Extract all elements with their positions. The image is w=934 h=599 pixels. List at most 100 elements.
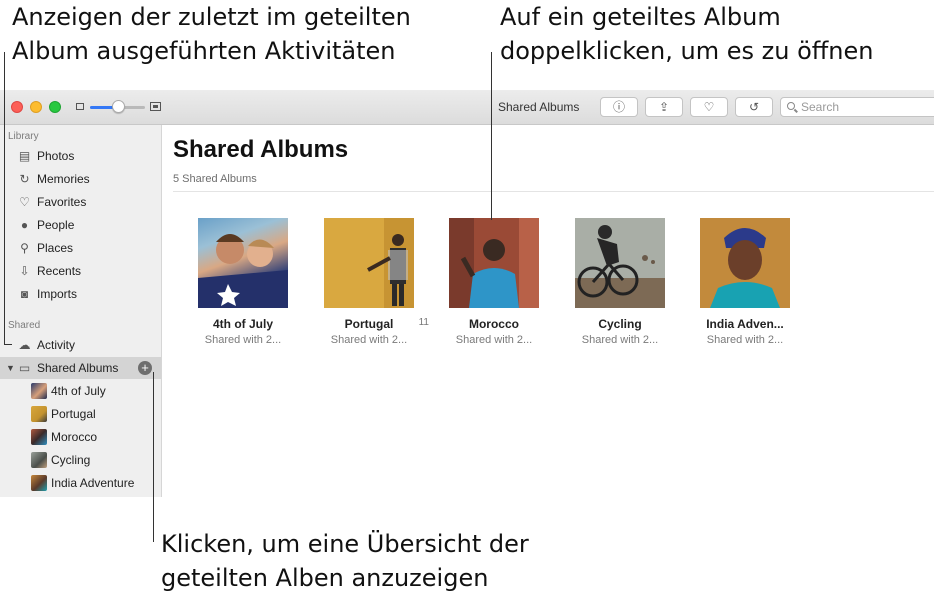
callout-activity-leader bbox=[4, 52, 5, 344]
close-button[interactable] bbox=[11, 101, 23, 113]
search-icon bbox=[787, 102, 795, 110]
sidebar-item-memories[interactable]: ↻ Memories bbox=[0, 168, 161, 190]
memories-icon: ↻ bbox=[19, 172, 30, 186]
sidebar-item-label: Portugal bbox=[51, 407, 96, 421]
album-shared-with: Shared with 2... bbox=[455, 334, 533, 346]
album-name: Portugal bbox=[344, 317, 394, 331]
sidebar-item-cycling[interactable]: Cycling bbox=[0, 449, 161, 471]
callout-open-album: Auf ein geteiltes Album doppelklicken, u… bbox=[500, 0, 874, 68]
sidebar-item-india-adventure[interactable]: India Adventure bbox=[0, 472, 161, 494]
pin-icon: ⚲ bbox=[20, 241, 29, 255]
album-shared-with: Shared with 2... bbox=[204, 334, 282, 346]
sidebar-item-shared-albums[interactable]: ▼ ▭ Shared Albums + bbox=[0, 357, 161, 379]
callout-activity-line1: Anzeigen der zuletzt im geteilten bbox=[12, 3, 411, 31]
camera-icon: ◙ bbox=[20, 287, 29, 301]
callout-open-line2: doppelklicken, um es zu öffnen bbox=[500, 37, 874, 65]
sidebar-item-people[interactable]: ● People bbox=[0, 214, 161, 236]
album-tile-cycling[interactable]: Cycling Shared with 2... bbox=[560, 218, 680, 346]
add-shared-album-button[interactable]: + bbox=[138, 361, 152, 375]
page-title: Shared Albums bbox=[173, 136, 349, 163]
album-cover bbox=[198, 218, 288, 308]
sidebar: Library ▤ Photos ↻ Memories ♡ Favorites … bbox=[0, 125, 162, 497]
sidebar-item-photos[interactable]: ▤ Photos bbox=[0, 145, 161, 167]
rotate-button[interactable]: ↺ bbox=[735, 97, 773, 117]
album-cover bbox=[449, 218, 539, 308]
sidebar-item-label: Morocco bbox=[51, 430, 98, 444]
sidebar-item-morocco[interactable]: Morocco bbox=[0, 426, 161, 448]
sidebar-item-label: Activity bbox=[37, 338, 76, 352]
sidebar-item-label: Photos bbox=[37, 149, 75, 163]
callout-overview: Klicken, um eine Übersicht der geteilten… bbox=[161, 527, 529, 595]
callout-open-line1: Auf ein geteiltes Album bbox=[500, 3, 781, 31]
shared-heading: Shared bbox=[8, 320, 41, 331]
callout-overview-line2: geteilten Alben anzuzeigen bbox=[161, 564, 489, 592]
info-button[interactable]: ⓘ bbox=[600, 97, 638, 117]
recents-icon: ⇩ bbox=[19, 264, 30, 278]
album-cover-art bbox=[575, 218, 665, 308]
share-button[interactable]: ⇪ bbox=[645, 97, 683, 117]
callout-overview-line1: Klicken, um eine Übersicht der bbox=[161, 530, 529, 558]
minimize-button[interactable] bbox=[30, 101, 42, 113]
fullscreen-button[interactable] bbox=[49, 101, 61, 113]
title-bar: Shared Albums ⓘ ⇪ ♡ ↺ Search bbox=[0, 90, 934, 125]
album-cover bbox=[700, 218, 790, 308]
search-field[interactable]: Search bbox=[780, 97, 934, 117]
album-cover-art bbox=[198, 234, 288, 308]
album-thumbnail bbox=[31, 429, 47, 445]
album-tile-portugal[interactable]: Portugal Shared with 2... 11 bbox=[309, 218, 429, 346]
sidebar-item-favorites[interactable]: ♡ Favorites bbox=[0, 191, 161, 213]
favorite-button[interactable]: ♡ bbox=[690, 97, 728, 117]
album-name: India Adven... bbox=[706, 317, 784, 331]
heart-icon: ♡ bbox=[19, 195, 30, 209]
album-shared-with: Shared with 2... bbox=[581, 334, 659, 346]
sidebar-item-label: People bbox=[37, 218, 75, 232]
album-cover-art bbox=[700, 218, 790, 308]
album-thumbnail bbox=[31, 383, 47, 399]
photos-window: Shared Albums ⓘ ⇪ ♡ ↺ Search Library ▤ P… bbox=[0, 90, 934, 497]
album-thumbnail bbox=[31, 475, 47, 491]
callout-activity-line2: Album ausgeführten Aktivitäten bbox=[12, 37, 396, 65]
sidebar-item-label: Imports bbox=[37, 287, 78, 301]
album-cover-art bbox=[449, 218, 539, 308]
album-shared-with: Shared with 2... bbox=[330, 334, 408, 346]
album-thumbnail bbox=[31, 452, 47, 468]
album-tile-morocco[interactable]: Morocco Shared with 2... bbox=[434, 218, 554, 346]
sidebar-item-activity[interactable]: ☁ Activity bbox=[0, 334, 161, 356]
shared-albums-icon: ▭ bbox=[18, 361, 31, 375]
sidebar-item-portugal[interactable]: Portugal bbox=[0, 403, 161, 425]
callout-open-leader bbox=[491, 52, 492, 220]
album-tile-india-adventure[interactable]: India Adven... Shared with 2... bbox=[685, 218, 805, 346]
sidebar-item-label: 4th of July bbox=[51, 384, 106, 398]
album-photo-count: 11 bbox=[418, 317, 429, 328]
share-icon: ⇪ bbox=[658, 100, 670, 114]
search-placeholder: Search bbox=[801, 100, 840, 114]
zoom-slider-knob[interactable] bbox=[112, 100, 125, 113]
sidebar-item-label: Shared Albums bbox=[37, 361, 119, 375]
album-count: 5 Shared Albums bbox=[173, 173, 257, 185]
sidebar-item-label: India Adventure bbox=[51, 476, 135, 490]
sidebar-item-label: Places bbox=[37, 241, 74, 255]
album-name: Morocco bbox=[468, 317, 519, 331]
sidebar-item-imports[interactable]: ◙ Imports bbox=[0, 283, 161, 305]
photos-icon: ▤ bbox=[18, 149, 31, 163]
zoom-out-icon[interactable] bbox=[76, 103, 84, 110]
album-cover bbox=[324, 218, 414, 308]
album-shared-with: Shared with 2... bbox=[706, 334, 784, 346]
album-name: 4th of July bbox=[212, 317, 273, 331]
disclosure-triangle-icon[interactable]: ▼ bbox=[6, 357, 15, 379]
sidebar-item-recents[interactable]: ⇩ Recents bbox=[0, 260, 161, 282]
cloud-icon: ☁ bbox=[18, 338, 31, 352]
album-tile-4th-of-july[interactable]: 4th of July Shared with 2... bbox=[183, 218, 303, 346]
window-title: Shared Albums bbox=[498, 100, 580, 114]
zoom-in-icon[interactable] bbox=[150, 102, 161, 111]
heart-icon: ♡ bbox=[703, 100, 715, 114]
album-cover-art bbox=[324, 218, 414, 308]
album-name: Cycling bbox=[598, 317, 642, 331]
callout-overview-leader bbox=[153, 372, 154, 542]
sidebar-item-label: Recents bbox=[37, 264, 82, 278]
sidebar-item-places[interactable]: ⚲ Places bbox=[0, 237, 161, 259]
person-icon: ● bbox=[20, 218, 29, 232]
sidebar-item-4th-of-july[interactable]: 4th of July bbox=[0, 380, 161, 402]
rotate-icon: ↺ bbox=[748, 100, 760, 114]
album-cover bbox=[575, 218, 665, 308]
